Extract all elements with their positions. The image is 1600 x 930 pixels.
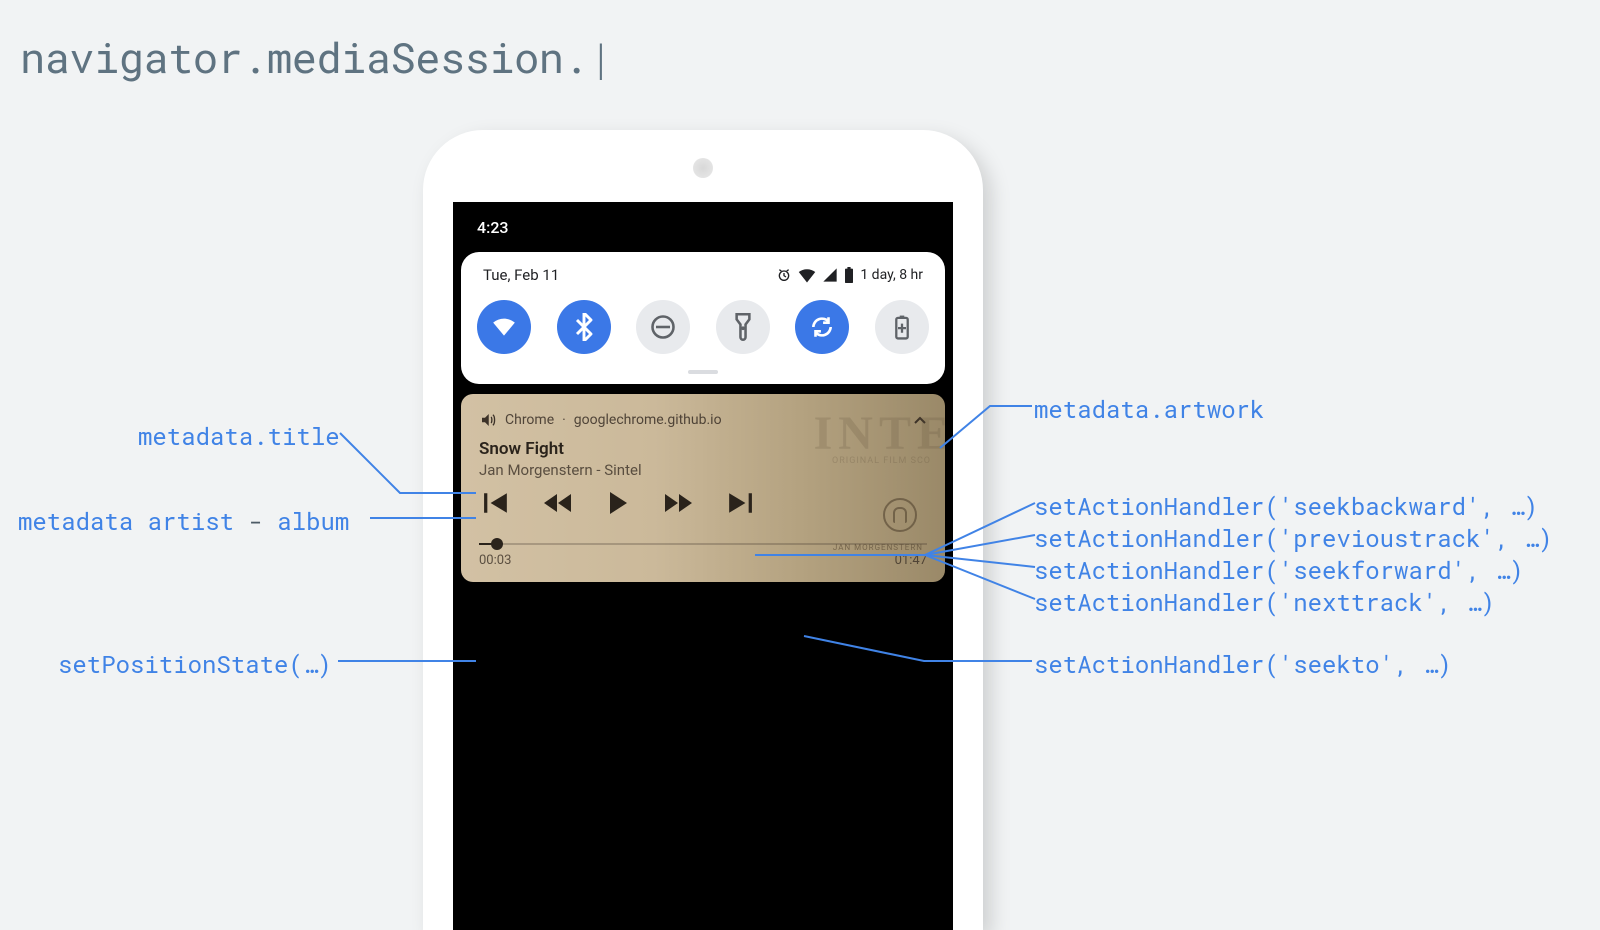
qs-header: Tue, Feb 11 1 day, 8 hr: [477, 266, 929, 296]
qs-tile-dnd[interactable]: [636, 300, 690, 354]
status-bar: 4:23: [453, 202, 953, 252]
artwork-credit: JAN MORGENSTERN: [833, 543, 923, 552]
status-time: 4:23: [477, 218, 509, 237]
time-total: 01:47: [895, 553, 927, 568]
battery-icon: [844, 267, 854, 283]
qs-tiles: [477, 296, 929, 362]
play-button[interactable]: [607, 491, 629, 515]
artwork-subtitle-bg: ORIGINAL FILM SCO: [832, 456, 931, 466]
artwork-logo-icon: [883, 498, 917, 532]
api-heading: navigator.mediaSession.|: [20, 30, 613, 85]
next-track-button[interactable]: [727, 492, 753, 514]
seek-times: 00:03 01:47: [479, 553, 927, 568]
seek-forward-button[interactable]: [663, 493, 693, 513]
qs-date: Tue, Feb 11: [483, 266, 559, 284]
label-metadata-title: metadata.title: [138, 420, 340, 452]
label-seekbackward: setActionHandler('seekbackward', …): [1034, 490, 1538, 522]
api-text: navigator.mediaSession.: [20, 30, 588, 85]
label-metadata-artist-album: metadata artist - album: [18, 505, 349, 537]
alarm-icon: [776, 267, 792, 283]
label-seekto: setActionHandler('seekto', …): [1034, 648, 1452, 680]
phone-frame: 4:23 Tue, Feb 11 1 day, 8 hr: [423, 130, 983, 930]
quick-settings-panel: Tue, Feb 11 1 day, 8 hr: [461, 252, 945, 384]
label-previoustrack: setActionHandler('previoustrack', …): [1034, 522, 1552, 554]
media-separator: ·: [562, 412, 566, 428]
media-app: Chrome: [505, 412, 554, 428]
qs-status-icons: 1 day, 8 hr: [776, 267, 923, 283]
qs-tile-wifi[interactable]: [477, 300, 531, 354]
seek-backward-button[interactable]: [543, 493, 573, 513]
qs-tile-flashlight[interactable]: [716, 300, 770, 354]
artwork-title-bg: INTE: [814, 406, 945, 461]
previous-track-button[interactable]: [483, 492, 509, 514]
media-origin: googlechrome.github.io: [574, 412, 722, 428]
qs-tile-bluetooth[interactable]: [557, 300, 611, 354]
cursor-icon: |: [588, 30, 613, 85]
label-seekforward: setActionHandler('seekforward', …): [1034, 554, 1524, 586]
media-notification: INTE ORIGINAL FILM SCO Chrome · googlech…: [461, 394, 945, 582]
qs-handle-icon[interactable]: [688, 370, 718, 374]
seek-thumb-icon[interactable]: [491, 538, 503, 550]
time-current: 00:03: [479, 553, 511, 568]
label-nexttrack: setActionHandler('nexttrack', …): [1034, 586, 1495, 618]
speaker-icon: [693, 158, 713, 178]
media-controls: [479, 491, 927, 515]
phone-screen: 4:23 Tue, Feb 11 1 day, 8 hr: [453, 202, 953, 930]
label-setpositionstate: setPositionState(…): [58, 648, 332, 680]
battery-text: 1 day, 8 hr: [860, 267, 923, 283]
label-metadata-artwork: metadata.artwork: [1034, 393, 1264, 425]
qs-tile-autorotate[interactable]: [795, 300, 849, 354]
signal-icon: [822, 267, 838, 283]
wifi-status-icon: [798, 267, 816, 283]
volume-icon: [479, 411, 497, 429]
qs-tile-battery-saver[interactable]: [875, 300, 929, 354]
